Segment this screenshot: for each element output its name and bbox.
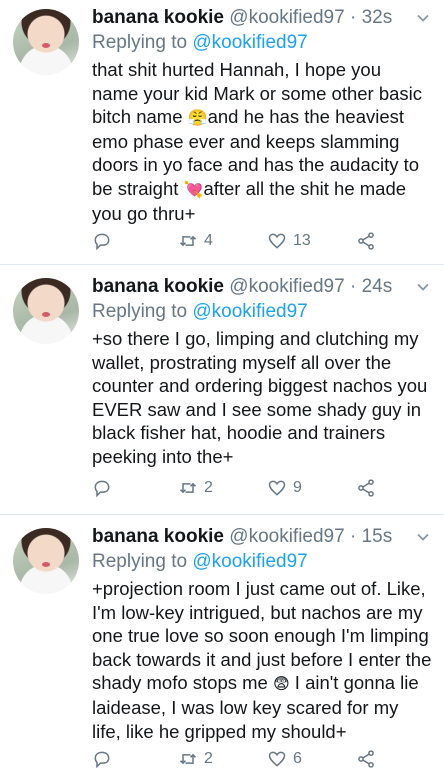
reply-icon xyxy=(94,751,110,769)
user-handle[interactable]: @kookified97 xyxy=(229,7,344,28)
tweet-feed: banana kookie @kookified97 · 32s Replyin… xyxy=(0,0,444,769)
replying-label: Replying to xyxy=(92,551,188,572)
tweet-3[interactable]: banana kookie @kookified97 · 15s Replyin… xyxy=(0,515,444,769)
like-button[interactable]: 9 xyxy=(267,476,302,500)
retweet-count: 4 xyxy=(204,232,213,249)
share-icon xyxy=(358,232,374,250)
tweet-header: banana kookie @kookified97 · 24s xyxy=(92,276,430,300)
mention-link[interactable]: @kookified97 xyxy=(192,32,307,53)
heart-icon xyxy=(268,751,286,767)
fearful-emoji: 😨 xyxy=(272,674,290,694)
tweet-text: +projection room I just came out of. Lik… xyxy=(92,577,432,743)
like-count: 6 xyxy=(293,750,302,767)
action-bar: 4 13 xyxy=(92,229,392,253)
replying-to: Replying to @kookified97 xyxy=(92,551,308,575)
user-handle[interactable]: @kookified97 xyxy=(229,526,344,547)
reply-button[interactable] xyxy=(92,476,112,500)
tweet-2[interactable]: banana kookie @kookified97 · 24s Replyin… xyxy=(0,265,444,515)
share-icon xyxy=(358,479,374,497)
reply-button[interactable] xyxy=(92,747,112,771)
retweet-icon xyxy=(179,482,197,494)
separator: · xyxy=(349,526,357,547)
avatar[interactable] xyxy=(13,278,79,344)
chevron-down-icon[interactable] xyxy=(416,11,430,25)
display-name[interactable]: banana kookie xyxy=(92,7,224,28)
tweet-1[interactable]: banana kookie @kookified97 · 32s Replyin… xyxy=(0,0,444,265)
display-name[interactable]: banana kookie xyxy=(92,276,224,297)
like-button[interactable]: 6 xyxy=(267,747,302,771)
replying-label: Replying to xyxy=(92,301,188,322)
retweet-icon xyxy=(179,753,197,765)
reply-icon xyxy=(94,233,110,251)
separator: · xyxy=(349,7,357,28)
retweet-count: 2 xyxy=(204,750,213,767)
chevron-down-icon[interactable] xyxy=(416,530,430,544)
retweet-button[interactable]: 2 xyxy=(178,747,213,771)
heart-icon xyxy=(268,233,286,249)
action-bar: 2 9 xyxy=(92,476,392,500)
timestamp[interactable]: 15s xyxy=(362,526,393,547)
share-icon xyxy=(358,750,374,768)
like-count: 9 xyxy=(293,479,302,496)
share-button[interactable] xyxy=(356,747,376,771)
retweet-button[interactable]: 2 xyxy=(178,476,213,500)
tweet-text: that shit hurted Hannah, I hope you name… xyxy=(92,58,432,225)
retweet-count: 2 xyxy=(204,479,213,496)
retweet-icon xyxy=(179,235,197,247)
timestamp[interactable]: 32s xyxy=(362,7,393,28)
display-name[interactable]: banana kookie xyxy=(92,526,224,547)
reply-button[interactable] xyxy=(92,229,112,253)
heart-arrow-emoji: 💘 xyxy=(183,179,204,199)
tweet-header: banana kookie @kookified97 · 32s xyxy=(92,7,430,31)
user-handle[interactable]: @kookified97 xyxy=(229,276,344,297)
action-bar: 2 6 xyxy=(92,747,392,771)
mention-link[interactable]: @kookified97 xyxy=(192,551,307,572)
replying-to: Replying to @kookified97 xyxy=(92,301,308,325)
tweet-text: +so there I go, limping and clutching my… xyxy=(92,328,428,467)
chevron-down-icon[interactable] xyxy=(416,280,430,294)
avatar[interactable] xyxy=(13,9,79,75)
reply-icon xyxy=(94,480,110,498)
replying-to: Replying to @kookified97 xyxy=(92,32,308,56)
like-count: 13 xyxy=(293,232,311,249)
separator: · xyxy=(349,276,357,297)
retweet-button[interactable]: 4 xyxy=(178,229,213,253)
tweet-header: banana kookie @kookified97 · 15s xyxy=(92,526,430,550)
replying-label: Replying to xyxy=(92,32,188,53)
heart-icon xyxy=(268,480,286,496)
share-button[interactable] xyxy=(356,476,376,500)
mention-link[interactable]: @kookified97 xyxy=(192,301,307,322)
avatar[interactable] xyxy=(13,528,79,594)
like-button[interactable]: 13 xyxy=(267,229,311,253)
share-button[interactable] xyxy=(356,229,376,253)
huffing-emoji: 😤 xyxy=(187,108,208,128)
timestamp[interactable]: 24s xyxy=(362,276,393,297)
